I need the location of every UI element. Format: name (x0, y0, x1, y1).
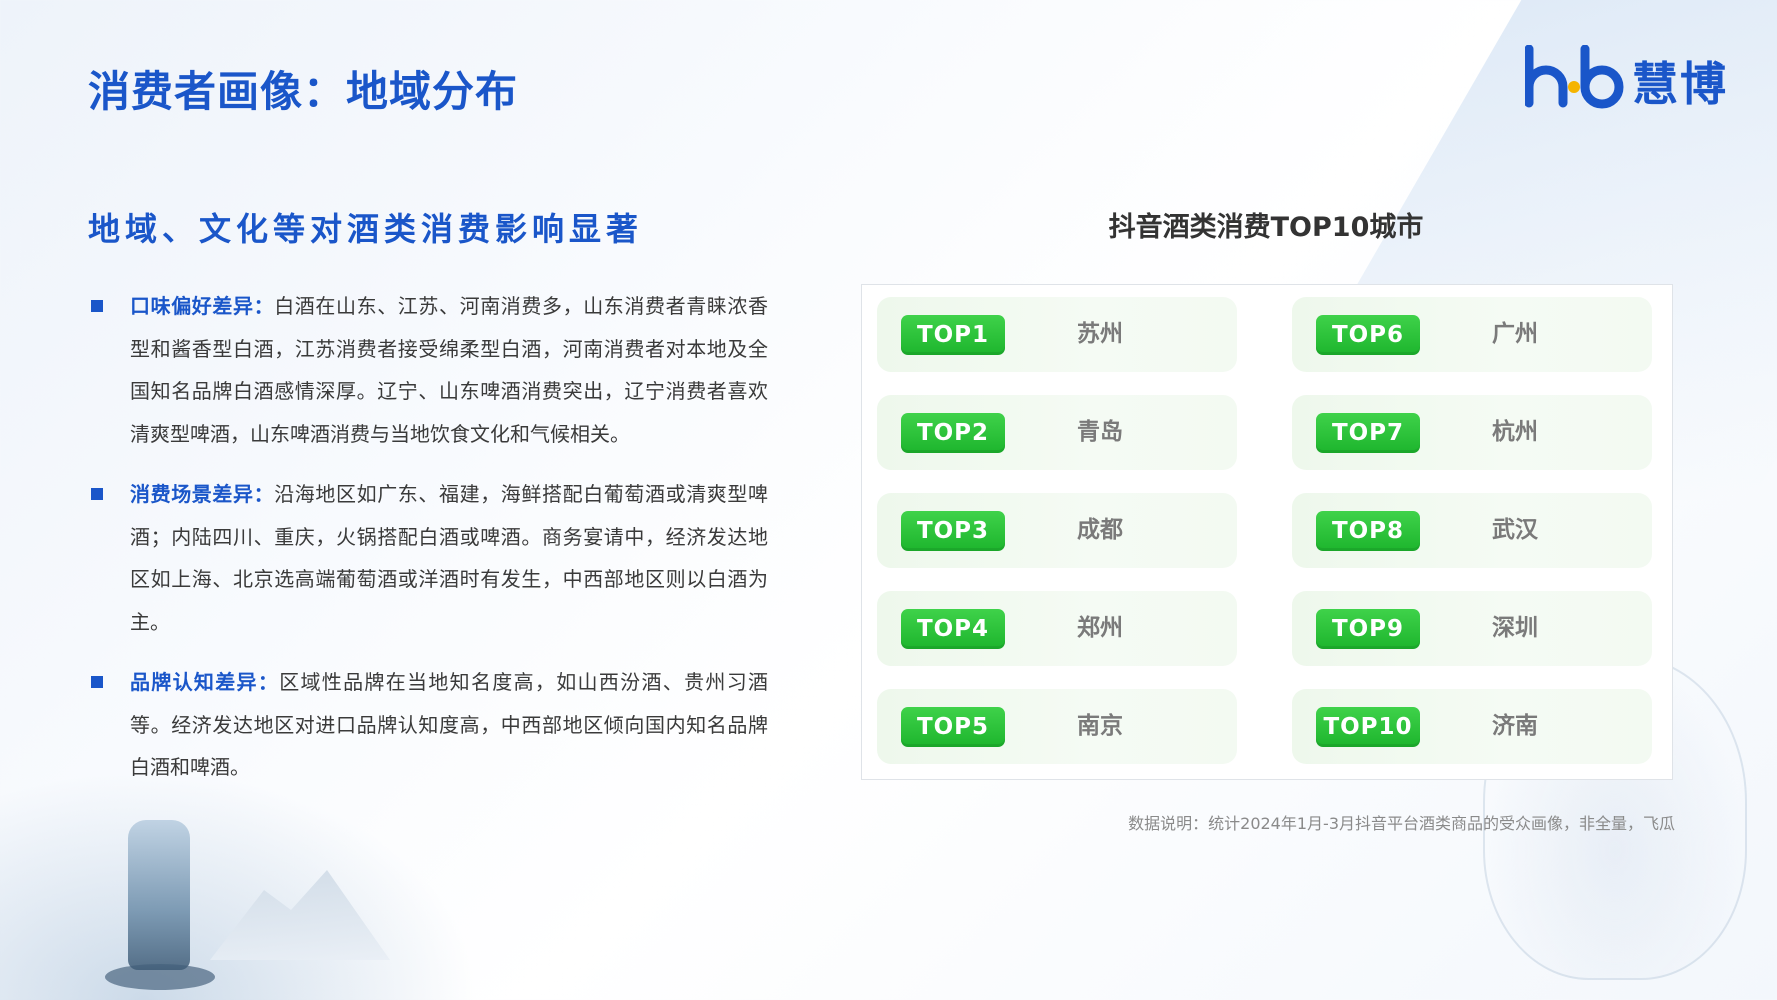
city-card: TOP5 南京 (877, 689, 1237, 764)
rank-badge: TOP10 (1316, 707, 1420, 747)
data-source-note: 数据说明：统计2024年1月-3月抖音平台酒类商品的受众画像，非全量，飞瓜 (1128, 814, 1675, 833)
city-name: 苏州 (1077, 321, 1123, 347)
city-card: TOP9 深圳 (1292, 591, 1652, 666)
bullet-heading: 口味偏好差异： (130, 294, 275, 318)
bullet-square-icon (91, 488, 103, 500)
city-card: TOP2 青岛 (877, 395, 1237, 470)
city-card: TOP6 广州 (1292, 297, 1652, 372)
city-name: 南京 (1077, 713, 1123, 739)
bullet-heading: 品牌认知差异： (130, 670, 280, 694)
city-card: TOP4 郑州 (877, 591, 1237, 666)
bullet-consumption-scene: 消费场景差异：沿海地区如广东、福建，海鲜搭配白葡萄酒或清爽型啤酒；内陆四川、重庆… (88, 473, 768, 643)
bullet-square-icon (91, 676, 103, 688)
city-card: TOP10 济南 (1292, 689, 1652, 764)
city-name: 济南 (1492, 713, 1538, 739)
liquor-bottle-illustration (128, 820, 190, 970)
bullet-heading: 消费场景差异： (130, 482, 275, 506)
city-name: 深圳 (1492, 615, 1538, 641)
bullet-taste-preference: 口味偏好差异：白酒在山东、江苏、河南消费多，山东消费者青睐浓香型和酱香型白酒，江… (88, 285, 768, 455)
rank-badge: TOP4 (901, 609, 1005, 649)
page-title: 消费者画像：地域分布 (88, 67, 519, 116)
city-card: TOP8 武汉 (1292, 493, 1652, 568)
rank-badge: TOP2 (901, 413, 1005, 453)
rank-badge: TOP6 (1316, 315, 1420, 355)
rank-badge: TOP7 (1316, 413, 1420, 453)
city-name: 广州 (1492, 321, 1538, 347)
bullet-brand-awareness: 品牌认知差异：区域性品牌在当地知名度高，如山西汾酒、贵州习酒等。经济发达地区对进… (88, 661, 768, 789)
rank-badge: TOP3 (901, 511, 1005, 551)
city-card: TOP1 苏州 (877, 297, 1237, 372)
rank-badge: TOP8 (1316, 511, 1420, 551)
ranking-title: 抖音酒类消费TOP10城市 (1108, 212, 1424, 243)
city-name: 青岛 (1077, 419, 1123, 445)
city-name: 成都 (1077, 517, 1123, 543)
section-subtitle: 地域、文化等对酒类消费影响显著 (88, 210, 644, 248)
bullet-square-icon (91, 300, 103, 312)
city-name: 杭州 (1492, 419, 1538, 445)
city-ranking-panel: TOP1 苏州 TOP2 青岛 TOP3 成都 TOP4 郑州 TOP5 南京 … (861, 284, 1673, 780)
city-name: 武汉 (1492, 517, 1538, 543)
city-name: 郑州 (1077, 615, 1123, 641)
rank-badge: TOP9 (1316, 609, 1420, 649)
bullet-text: 口味偏好差异：白酒在山东、江苏、河南消费多，山东消费者青睐浓香型和酱香型白酒，江… (130, 285, 768, 455)
bullet-text: 品牌认知差异：区域性品牌在当地知名度高，如山西汾酒、贵州习酒等。经济发达地区对进… (130, 661, 768, 789)
rank-badge: TOP5 (901, 707, 1005, 747)
logo-text: 慧博 (1632, 57, 1728, 111)
bullet-text: 消费场景差异：沿海地区如广东、福建，海鲜搭配白葡萄酒或清爽型啤酒；内陆四川、重庆… (130, 473, 768, 643)
city-card: TOP7 杭州 (1292, 395, 1652, 470)
city-card: TOP3 成都 (877, 493, 1237, 568)
bullet-list: 口味偏好差异：白酒在山东、江苏、河南消费多，山东消费者青睐浓香型和酱香型白酒，江… (88, 285, 768, 807)
rank-badge: TOP1 (901, 315, 1005, 355)
